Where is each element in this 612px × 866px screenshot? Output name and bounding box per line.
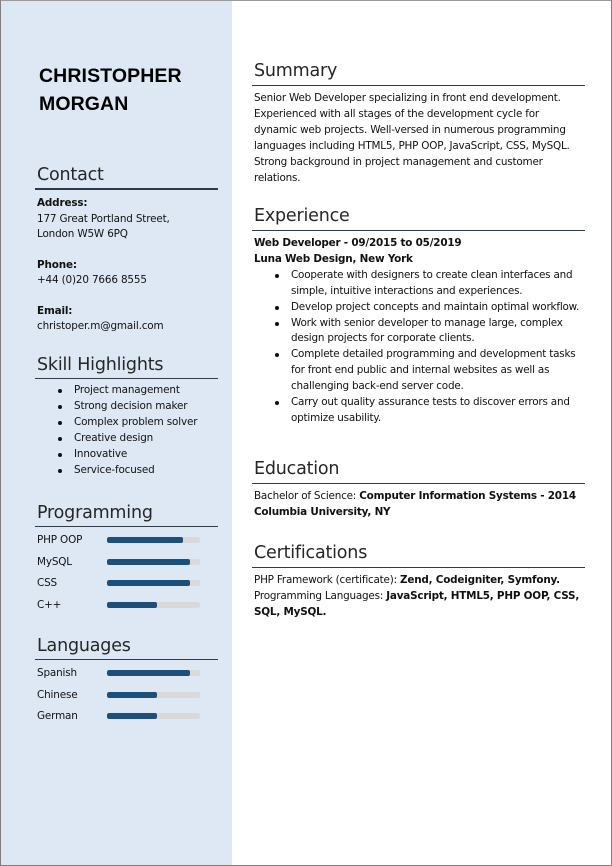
experience-section: Experience Web Developer - 09/2015 to 05… bbox=[252, 205, 585, 427]
skill-bar-row: MySQL bbox=[37, 552, 218, 574]
language-bar-track bbox=[107, 713, 200, 719]
cert-line-1-value: Zend, Codeigniter, Symfony. bbox=[400, 574, 560, 586]
job-company: Luna Web Design, New York bbox=[254, 252, 413, 265]
candidate-name: CHRISTOPHER MORGAN bbox=[39, 62, 229, 118]
cert-line-2: Programming Languages: JavaScript, HTML5… bbox=[254, 589, 585, 621]
email-block: Email: christoper.m@gmail.com bbox=[37, 304, 218, 335]
summary-section: Summary Senior Web Developer specializin… bbox=[252, 60, 585, 186]
phone-block: Phone: +44 (0)20 7666 8555 bbox=[37, 258, 218, 289]
degree-field: Computer Information Systems - 2014 bbox=[359, 490, 576, 502]
programming-section: Programming PHP OOP MySQL CSS C++ bbox=[35, 502, 218, 616]
job-duty-item: Cooperate with designers to create clean… bbox=[275, 268, 585, 300]
phone-value: +44 (0)20 7666 8555 bbox=[37, 274, 147, 286]
skill-bar-row: PHP OOP bbox=[37, 530, 218, 552]
name-first: CHRISTOPHER bbox=[39, 65, 182, 87]
email-label: Email: bbox=[37, 304, 73, 317]
contact-divider bbox=[35, 188, 218, 190]
experience-heading: Experience bbox=[254, 206, 350, 226]
skills-heading: Skill Highlights bbox=[37, 355, 164, 375]
skill-bar-track bbox=[107, 537, 200, 543]
summary-heading: Summary bbox=[254, 61, 338, 81]
skill-bar-track bbox=[107, 558, 200, 565]
education-divider bbox=[252, 483, 585, 484]
language-bar-label: German bbox=[37, 710, 78, 722]
skill-item: Innovative bbox=[58, 447, 218, 463]
language-bar-row: German bbox=[37, 706, 218, 728]
skill-bar-track bbox=[107, 601, 200, 608]
skill-item: Creative design bbox=[58, 431, 218, 447]
language-bar-track bbox=[107, 691, 200, 698]
skill-bar-fill bbox=[107, 580, 190, 586]
skills-divider bbox=[35, 378, 218, 379]
language-bar-track bbox=[107, 670, 200, 676]
cert-line-1: PHP Framework (certificate): Zend, Codei… bbox=[254, 573, 585, 589]
phone-label: Phone: bbox=[37, 258, 77, 271]
skill-bar-fill bbox=[107, 601, 158, 608]
language-bar-row: Spanish bbox=[37, 663, 218, 685]
address-line-1: 177 Great Portland Street, bbox=[37, 212, 170, 225]
language-bar-label: Spanish bbox=[37, 667, 77, 679]
skill-item: Service-focused bbox=[58, 463, 218, 479]
skill-bar-fill bbox=[107, 558, 190, 565]
skill-bar-label: MySQL bbox=[37, 555, 72, 568]
contact-section: Contact Address: 177 Great Portland Stre… bbox=[35, 164, 218, 350]
sidebar: CHRISTOPHER MORGAN Contact Address: 177 … bbox=[1, 1, 232, 865]
school-name: Columbia University, NY bbox=[254, 505, 391, 518]
degree-line: Bachelor of Science: Computer Informatio… bbox=[254, 489, 585, 505]
job-duty-item: Carry out quality assurance tests to dis… bbox=[275, 395, 585, 427]
languages-heading: Languages bbox=[37, 636, 131, 656]
programming-heading: Programming bbox=[37, 503, 153, 523]
programming-divider bbox=[35, 526, 218, 527]
job-title: Web Developer - 09/2015 to 05/2019 bbox=[254, 237, 462, 249]
certifications-heading: Certifications bbox=[254, 543, 368, 563]
language-bar-row: Chinese bbox=[37, 685, 218, 707]
skills-section: Skill Highlights Project management Stro… bbox=[35, 354, 218, 478]
skill-item: Project management bbox=[58, 383, 218, 399]
education-body: Bachelor of Science: Computer Informatio… bbox=[254, 489, 585, 521]
skill-bar-fill bbox=[107, 537, 184, 543]
job-duty-item: Develop project concepts and maintain op… bbox=[275, 300, 585, 316]
address-block: Address: 177 Great Portland Street, Lond… bbox=[37, 196, 218, 243]
education-heading: Education bbox=[254, 459, 340, 479]
experience-body: Web Developer - 09/2015 to 05/2019 Luna … bbox=[254, 236, 585, 427]
skill-bar-label: PHP OOP bbox=[37, 534, 83, 546]
skills-list: Project management Strong decision maker… bbox=[37, 383, 218, 478]
job-duty-item: Complete detailed programming and develo… bbox=[275, 347, 585, 395]
experience-divider bbox=[252, 230, 585, 231]
skill-item: Strong decision maker bbox=[58, 399, 218, 415]
language-bars: Spanish Chinese German bbox=[37, 663, 218, 728]
name-last: MORGAN bbox=[39, 93, 129, 115]
languages-divider bbox=[35, 659, 218, 660]
skill-bar-track bbox=[107, 580, 200, 586]
summary-text: Senior Web Developer specializing in fro… bbox=[254, 92, 570, 184]
language-bar-fill bbox=[107, 670, 190, 676]
certifications-divider bbox=[252, 567, 585, 568]
contact-heading: Contact bbox=[37, 165, 104, 185]
summary-divider bbox=[252, 85, 585, 86]
address-line-2: London W5W 6PQ bbox=[37, 228, 128, 240]
email-value: christoper.m@gmail.com bbox=[37, 320, 164, 332]
certifications-body: PHP Framework (certificate): Zend, Codei… bbox=[254, 573, 585, 621]
cert-line-1-prefix: PHP Framework (certificate): bbox=[254, 574, 401, 586]
resume-page: CHRISTOPHER MORGAN Contact Address: 177 … bbox=[0, 0, 612, 866]
address-label: Address: bbox=[37, 197, 88, 209]
skill-bar-row: CSS bbox=[37, 573, 218, 595]
job-duties-list: Cooperate with designers to create clean… bbox=[254, 268, 585, 427]
language-bar-fill bbox=[107, 713, 158, 719]
skill-bar-label: CSS bbox=[37, 577, 57, 589]
programming-bars: PHP OOP MySQL CSS C++ bbox=[37, 530, 218, 616]
skill-bar-label: C++ bbox=[37, 598, 62, 611]
language-bar-fill bbox=[107, 691, 158, 698]
skill-item: Complex problem solver bbox=[58, 415, 218, 431]
languages-section: Languages Spanish Chinese German bbox=[35, 635, 218, 728]
job-duty-item: Work with senior developer to manage lar… bbox=[275, 316, 585, 348]
certifications-section: Certifications PHP Framework (certificat… bbox=[252, 542, 585, 621]
language-bar-label: Chinese bbox=[37, 688, 78, 701]
education-section: Education Bachelor of Science: Computer … bbox=[252, 458, 585, 521]
degree-prefix: Bachelor of Science: bbox=[254, 490, 360, 502]
skill-bar-row: C++ bbox=[37, 595, 218, 617]
cert-line-2-prefix: Programming Languages: bbox=[254, 589, 387, 602]
